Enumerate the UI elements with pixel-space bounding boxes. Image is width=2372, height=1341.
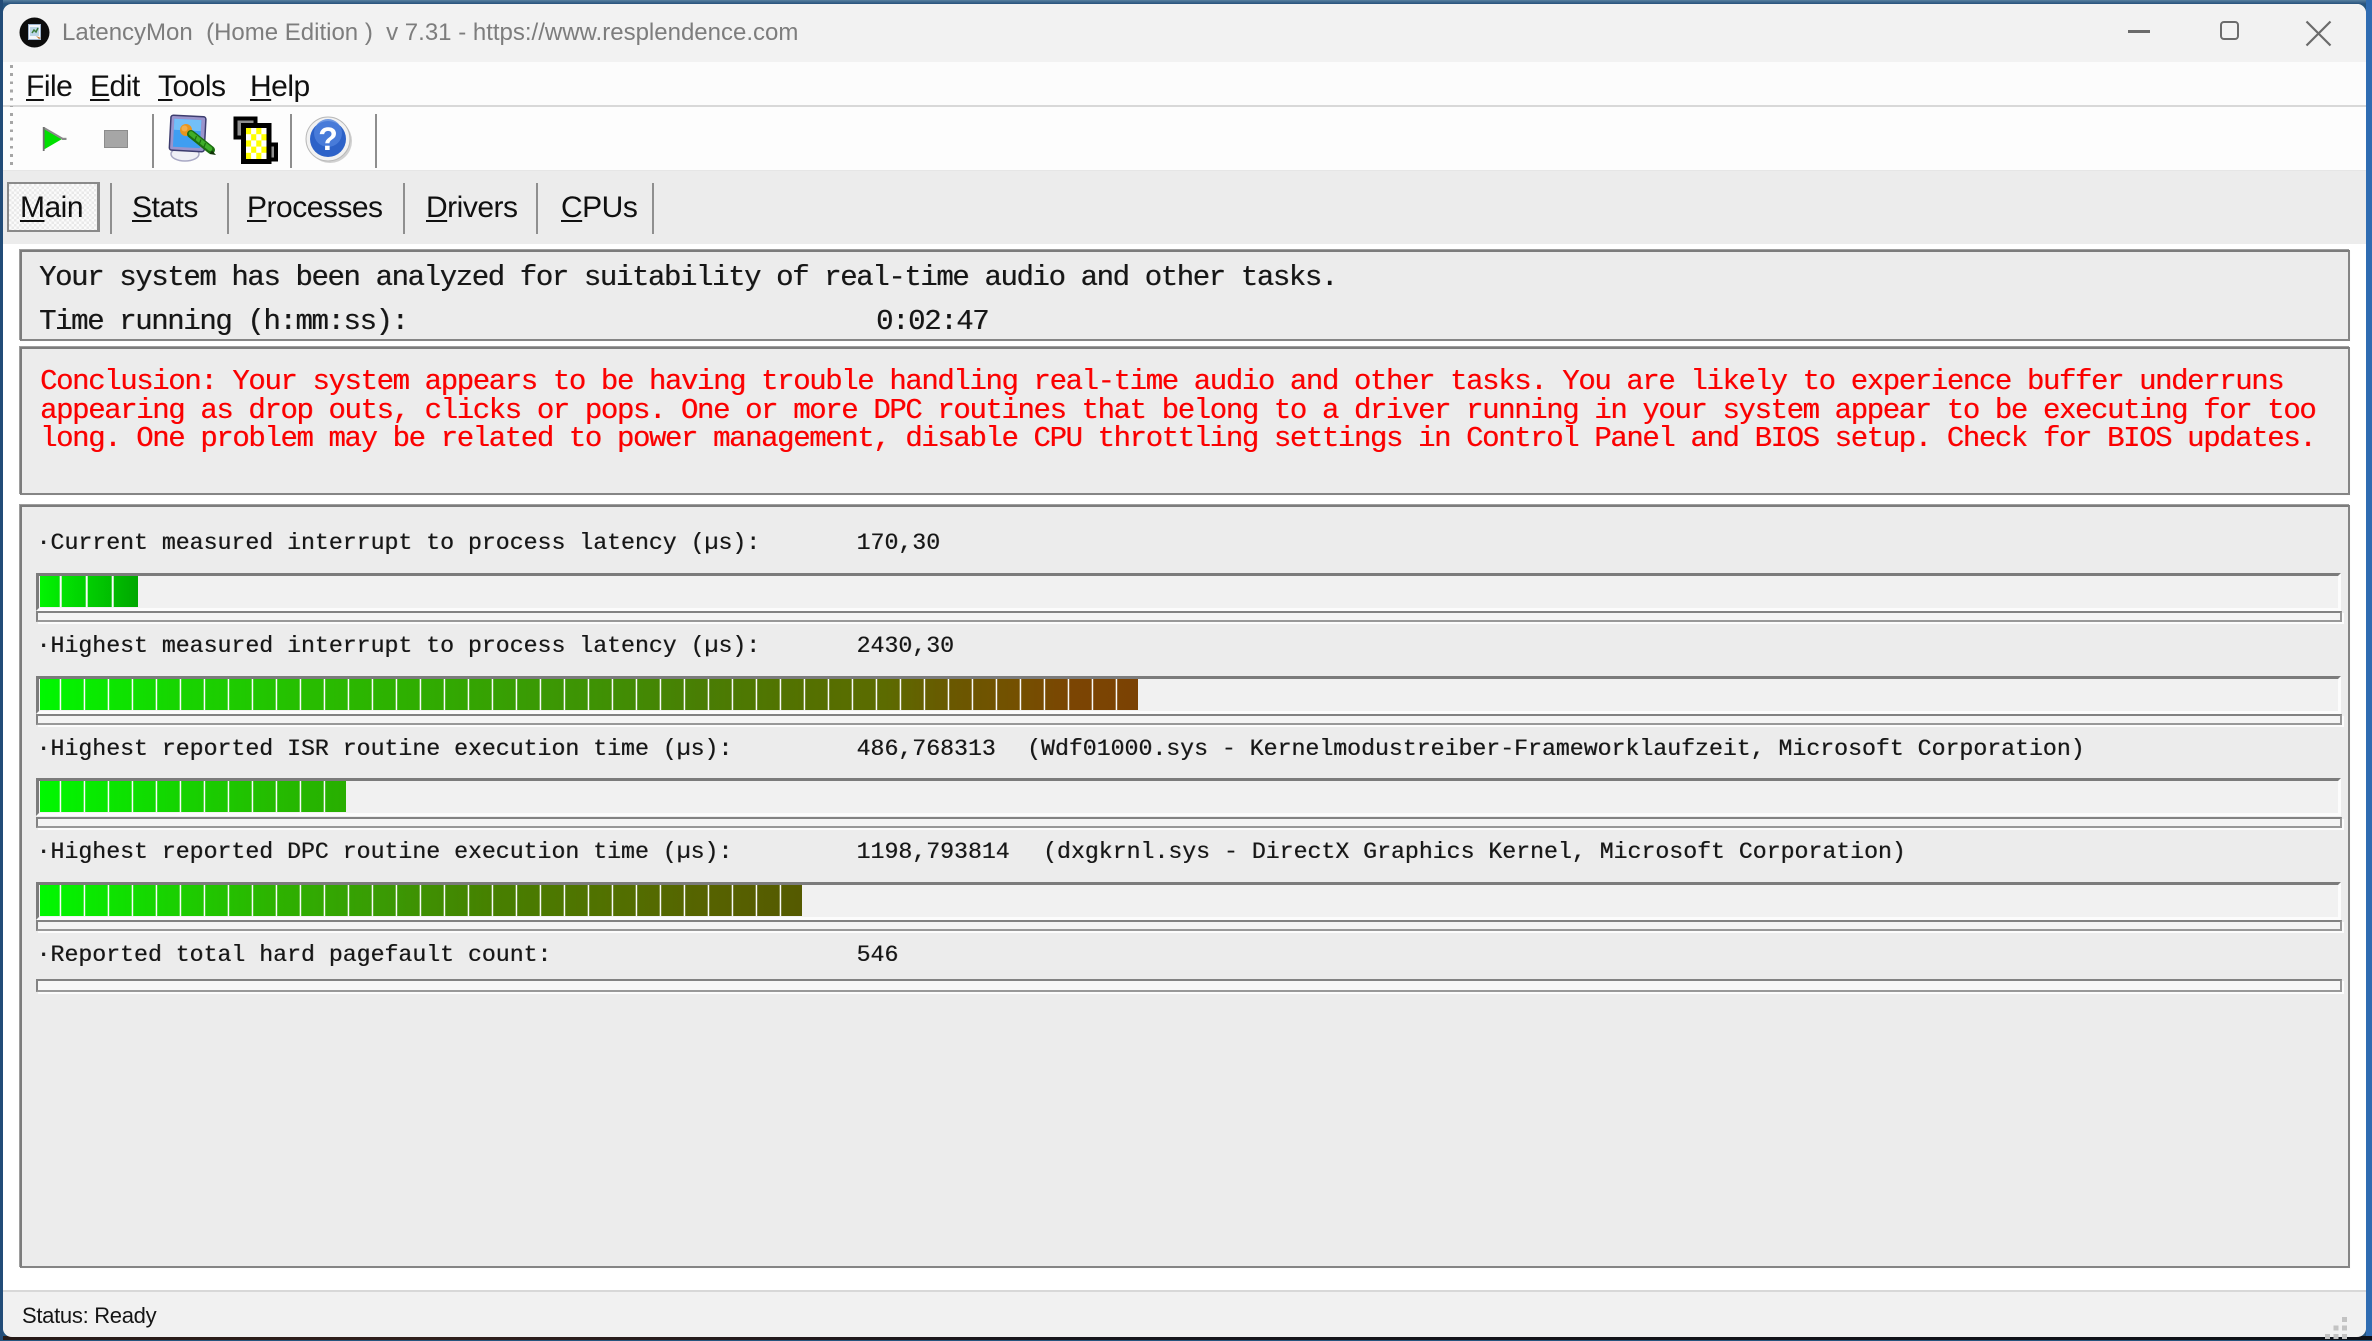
svg-text:?: ? — [318, 121, 338, 157]
